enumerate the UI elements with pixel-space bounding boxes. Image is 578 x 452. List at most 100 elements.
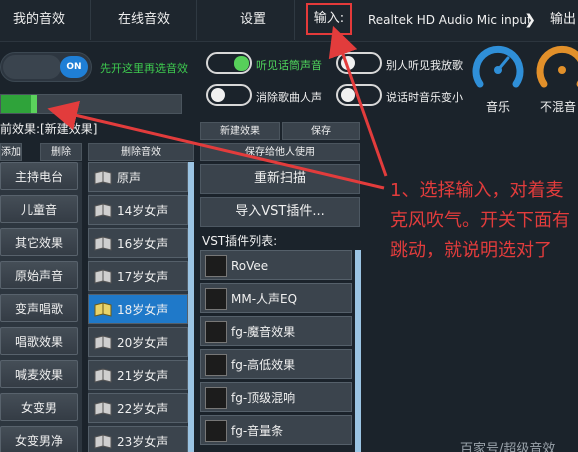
- vst-plugin-item[interactable]: fg-顶级混响: [200, 382, 352, 412]
- tab-my-effects[interactable]: 我的音效: [0, 0, 78, 40]
- voice-item[interactable]: 20岁女声: [88, 327, 188, 357]
- toggle-remove-vocals[interactable]: [206, 84, 252, 106]
- plugin-icon: [205, 387, 227, 409]
- plugin-icon: [205, 288, 227, 310]
- book-icon: [94, 434, 112, 449]
- vst-plugin-label: fg-顶级混响: [231, 391, 296, 405]
- current-effect-label: 前效果:[新建效果]: [0, 122, 98, 136]
- toggle-on-label: ON: [60, 56, 88, 78]
- plugin-icon: [205, 354, 227, 376]
- input-level-meter: [0, 94, 182, 114]
- book-icon: [94, 203, 112, 218]
- category-item[interactable]: 女变男净: [0, 426, 78, 452]
- voice-item-label: 17岁女声: [117, 270, 169, 284]
- tab-divider: [90, 0, 91, 40]
- plugin-icon: [205, 255, 227, 277]
- toggle-dot: [211, 88, 225, 102]
- vst-plugin-item[interactable]: fg-魔音效果: [200, 316, 352, 346]
- chevron-down-icon: ❯: [524, 12, 536, 28]
- vst-plugin-label: fg-音量条: [231, 424, 284, 438]
- toggle-knob: [3, 55, 61, 79]
- category-item[interactable]: 主持电台: [0, 162, 78, 190]
- voice-item[interactable]: 23岁女声: [88, 426, 188, 452]
- plugin-icon: [205, 321, 227, 343]
- voice-item-label: 20岁女声: [117, 336, 169, 350]
- category-item[interactable]: 变声唱歌: [0, 294, 78, 322]
- category-item[interactable]: 女变男: [0, 393, 78, 421]
- voice-item-label: 21岁女声: [117, 369, 169, 383]
- voice-item[interactable]: 17岁女声: [88, 261, 188, 291]
- category-item[interactable]: 唱歌效果: [0, 327, 78, 355]
- meter-peak: [31, 95, 37, 113]
- book-icon: [94, 170, 112, 185]
- voice-item-label: 23岁女声: [117, 435, 169, 449]
- book-icon: [94, 269, 112, 284]
- voice-item[interactable]: 16岁女声: [88, 228, 188, 258]
- delete-effect-button[interactable]: 删除音效: [88, 143, 194, 161]
- vst-plugin-list: RoVee MM-人声EQ fg-魔音效果 fg-高低效果 fg-顶级混响 fg…: [200, 250, 354, 452]
- input-device-value: Realtek HD Audio Mic input: [368, 13, 532, 27]
- vst-list-scrollbar[interactable]: [355, 250, 361, 452]
- category-item[interactable]: 喊麦效果: [0, 360, 78, 388]
- toggle-duck-music[interactable]: [336, 84, 382, 106]
- vst-plugin-label: MM-人声EQ: [231, 292, 298, 306]
- toggle-others-hear-music[interactable]: [336, 52, 382, 74]
- vst-plugin-item[interactable]: fg-音量条: [200, 415, 352, 445]
- voice-item-label: 原声: [117, 171, 142, 185]
- toggle-hint: 先开这里再选音效: [100, 62, 188, 75]
- vst-list-title: VST插件列表:: [202, 234, 278, 248]
- annotation-text: 1、选择输入，对着麦克风吹气。开关下面有跳动，就说明选对了: [390, 180, 570, 261]
- category-item[interactable]: 儿童音: [0, 195, 78, 223]
- book-icon: [94, 302, 112, 317]
- book-icon: [94, 368, 112, 383]
- input-device-select[interactable]: Realtek HD Audio Mic input ❯: [362, 6, 546, 34]
- voice-item[interactable]: 21岁女声: [88, 360, 188, 390]
- input-label: 输入:: [306, 3, 352, 35]
- voice-item-label: 14岁女声: [117, 204, 169, 218]
- toggle-duck-music-label: 说话时音乐变小: [386, 91, 463, 104]
- vst-plugin-label: RoVee: [231, 259, 269, 273]
- category-item[interactable]: 原始声音: [0, 261, 78, 289]
- save-button[interactable]: 保存: [282, 122, 360, 140]
- category-list: 主持电台 儿童音 其它效果 原始声音 变声唱歌 唱歌效果 喊麦效果 女变男 女变…: [0, 162, 82, 452]
- book-icon: [94, 335, 112, 350]
- vst-plugin-item[interactable]: fg-高低效果: [200, 349, 352, 379]
- music-volume-gauge[interactable]: [470, 40, 526, 96]
- voice-item-label: 16岁女声: [117, 237, 169, 251]
- mix-gauge[interactable]: [534, 40, 578, 96]
- music-gauge-label: 音乐: [485, 100, 510, 114]
- voice-list: 原声 14岁女声 16岁女声 17岁女声 18岁女声 20岁女声 21岁女声 2…: [88, 162, 188, 452]
- delete-button[interactable]: 删除: [40, 143, 82, 161]
- voice-item-selected[interactable]: 18岁女声: [88, 294, 188, 324]
- book-icon: [94, 236, 112, 251]
- tab-divider: [196, 0, 197, 40]
- new-effect-button[interactable]: 新建效果: [200, 122, 280, 140]
- tab-online-effects[interactable]: 在线音效: [104, 0, 184, 40]
- voice-item[interactable]: 原声: [88, 162, 188, 192]
- toggle-hear-mic[interactable]: [206, 52, 252, 74]
- voice-item[interactable]: 22岁女声: [88, 393, 188, 423]
- output-label: 输出: [550, 12, 577, 27]
- vst-plugin-item[interactable]: MM-人声EQ: [200, 283, 352, 313]
- voice-item[interactable]: 14岁女声: [88, 195, 188, 225]
- tab-settings[interactable]: 设置: [226, 0, 280, 40]
- toggle-hear-mic-label: 听见话筒声音: [256, 59, 322, 72]
- voice-item-label: 18岁女声: [117, 303, 169, 317]
- category-item[interactable]: 其它效果: [0, 228, 78, 256]
- toggle-dot: [341, 88, 355, 102]
- voice-item-label: 22岁女声: [117, 402, 169, 416]
- mix-gauge-label: 不混音: [540, 100, 577, 114]
- vst-plugin-label: fg-高低效果: [231, 358, 296, 372]
- import-vst-button[interactable]: 导入VST插件...: [200, 197, 360, 227]
- tab-divider: [294, 0, 295, 40]
- toggle-dot: [341, 56, 355, 70]
- save-for-others-button[interactable]: 保存给他人使用: [200, 143, 360, 161]
- voice-list-scrollbar[interactable]: [188, 162, 194, 452]
- toggle-remove-vocals-label: 消除歌曲人声: [256, 91, 322, 104]
- master-toggle[interactable]: ON: [0, 52, 92, 82]
- rescan-button[interactable]: 重新扫描: [200, 164, 360, 194]
- add-button[interactable]: 添加: [0, 143, 22, 161]
- vst-plugin-item[interactable]: RoVee: [200, 250, 352, 280]
- plugin-icon: [205, 420, 227, 442]
- vst-plugin-label: fg-魔音效果: [231, 325, 296, 339]
